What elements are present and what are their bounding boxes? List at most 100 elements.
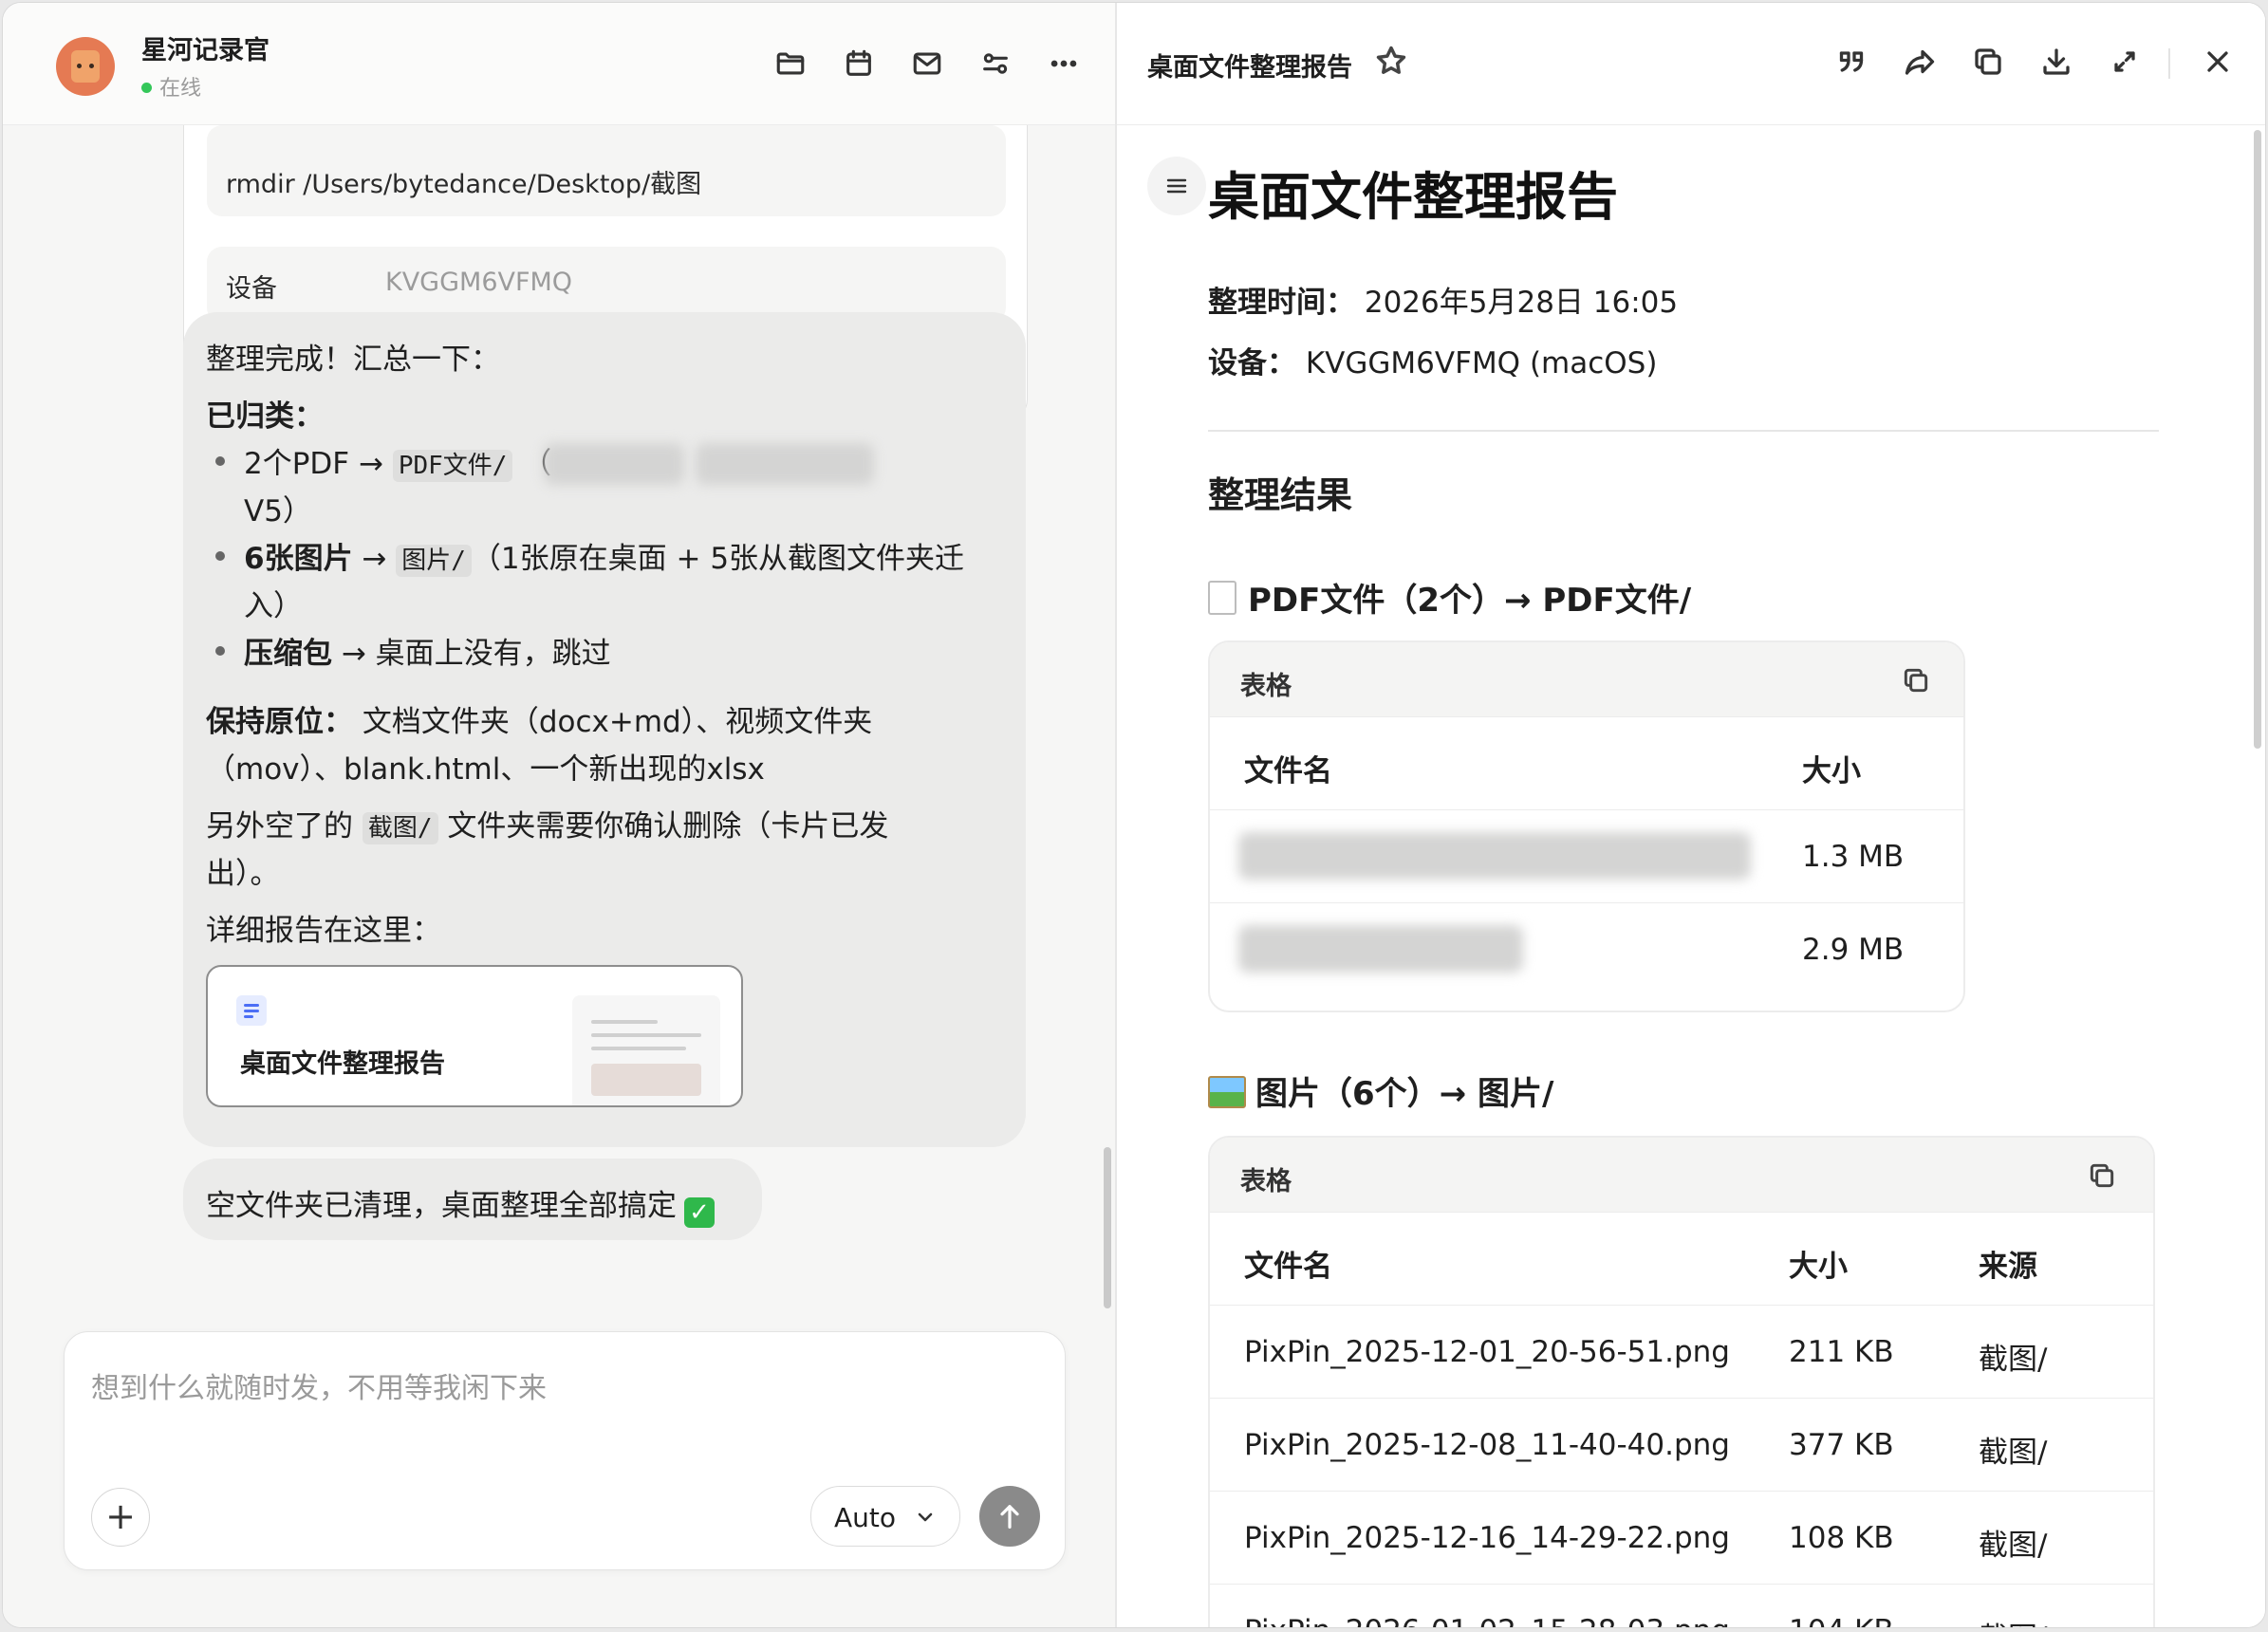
chat-scrollbar[interactable] xyxy=(1104,1147,1111,1308)
command-text: rmdir /Users/bytedance/Desktop/截图 xyxy=(226,170,702,199)
bullet-pdf-text: 2个PDF → xyxy=(244,447,393,481)
toc-button[interactable] xyxy=(1147,157,1206,215)
bullet-dot xyxy=(215,551,225,561)
empty-code: 截图/ xyxy=(362,812,438,844)
check-mark-icon: ✓ xyxy=(684,1197,715,1228)
thumbnail-line xyxy=(591,1047,686,1050)
bullet-archive-text: 压缩包 xyxy=(244,637,332,671)
pdf-table: 表格 文件名 大小 1.3 MB 2.9 MB xyxy=(1208,640,1965,1012)
report-card[interactable]: 桌面文件整理报告 xyxy=(206,965,743,1107)
header-source: 来源 xyxy=(1979,1250,2037,1284)
document-header: 桌面文件整理报告 xyxy=(1117,3,2265,125)
chat-header: 星河记录官 在线 xyxy=(3,3,1115,125)
mail-button[interactable] xyxy=(908,45,946,83)
thumbnail-block xyxy=(591,1064,701,1096)
bullet-images-code: 图片/ xyxy=(396,545,472,577)
cell-size: 2.9 MB xyxy=(1802,933,1905,967)
meta-time: 整理时间： 2026年5月28日 16:05 xyxy=(1208,278,1678,321)
folder-icon xyxy=(776,52,805,75)
favorite-button[interactable] xyxy=(1373,43,1409,79)
app-window: 星河记录官 在线 rmdir /Users/bytedance/Desktop/… xyxy=(2,2,2266,1628)
filter-icon xyxy=(983,53,1008,74)
mode-select[interactable]: Auto xyxy=(810,1486,960,1547)
image-table: 表格 文件名 大小 来源 PixPin_2025-12-01_20-56-51.… xyxy=(1208,1136,2155,1627)
bullet-dot xyxy=(215,646,225,656)
table-row: PixPin_2025-12-01_20-56-51.png 211 KB 截图… xyxy=(1210,1305,2153,1399)
cell-filename: PixPin_2025-12-16_14-29-22.png xyxy=(1244,1521,1730,1555)
online-dot xyxy=(141,83,152,93)
bullet-pdf-code: PDF文件/ xyxy=(392,450,513,482)
message-2-text: 空文件夹已清理，桌面整理全部搞定 ✓ xyxy=(206,1181,715,1228)
empty-folder-cont: 出）。 xyxy=(206,857,280,891)
command-box: rmdir /Users/bytedance/Desktop/截图 xyxy=(207,125,1006,216)
bullet-archive-suffix: → 桌面上没有，跳过 xyxy=(332,637,611,671)
keep-line-2: （mov）、blank.html、一个新出现的xlsx xyxy=(206,752,765,787)
copy-table-icon[interactable] xyxy=(2087,1160,2117,1191)
close-icon xyxy=(2207,51,2228,72)
share-button[interactable] xyxy=(1903,45,1941,83)
keep-text: 文档文件夹（docx+md）、视频文件夹 xyxy=(353,705,873,739)
table-header-row: 文件名 大小 xyxy=(1210,716,1963,810)
meta-time-value: 2026年5月28日 16:05 xyxy=(1355,286,1679,320)
folder-button[interactable] xyxy=(771,45,809,83)
table-label: 表格 xyxy=(1240,672,1292,701)
copy-icon xyxy=(1975,48,2001,75)
cell-size: 104 KB xyxy=(1789,1614,1894,1627)
download-button[interactable] xyxy=(2039,45,2077,83)
contact-avatar[interactable] xyxy=(56,37,115,96)
document-icon-line xyxy=(244,1004,259,1007)
redacted-text xyxy=(696,443,874,485)
cell-size: 1.3 MB xyxy=(1802,840,1905,874)
document-icon-line xyxy=(244,1015,253,1018)
star-icon xyxy=(1376,46,1406,74)
chevron-down-icon xyxy=(918,1512,933,1522)
header-filename: 文件名 xyxy=(1244,1250,1332,1284)
chat-messages: rmdir /Users/bytedance/Desktop/截图 设备 KVG… xyxy=(3,86,1115,1339)
bullet-images-arrow: → xyxy=(352,542,397,576)
bullet-images-text: 6张图片 xyxy=(244,542,353,576)
cell-size: 108 KB xyxy=(1789,1521,1894,1555)
header-size: 大小 xyxy=(1789,1250,1848,1284)
add-attachment-button[interactable]: + xyxy=(91,1488,150,1547)
quote-button[interactable] xyxy=(1834,45,1872,83)
status-text: 在线 xyxy=(159,77,202,101)
more-button[interactable] xyxy=(1045,45,1083,83)
chat-pane: 星河记录官 在线 rmdir /Users/bytedance/Desktop/… xyxy=(3,3,1115,1627)
keep-label: 保持原位： xyxy=(206,705,353,739)
table-row: PixPin_2025-12-16_14-29-22.png 108 KB 截图… xyxy=(1210,1491,2153,1585)
more-icon xyxy=(1050,60,1077,67)
meta-device: 设备： KVGGM6VFMQ (macOS) xyxy=(1208,339,1657,381)
bullet-images: 6张图片 → 图片/（1张原在桌面 + 5张从截图文件夹迁 xyxy=(244,534,964,577)
cell-source: 截图/ xyxy=(1979,1614,2047,1627)
copy-button[interactable] xyxy=(1971,45,2009,83)
horizontal-rule xyxy=(1208,430,2159,432)
report-card-title: 桌面文件整理报告 xyxy=(240,1049,445,1079)
copy-table-icon[interactable] xyxy=(1901,665,1931,695)
message-composer[interactable]: 想到什么就随时发，不用等我闲下来 + Auto xyxy=(64,1331,1066,1570)
composer-placeholder[interactable]: 想到什么就随时发，不用等我闲下来 xyxy=(91,1364,547,1406)
document-header-title: 桌面文件整理报告 xyxy=(1147,53,1352,83)
list-icon xyxy=(1166,178,1187,194)
device-value: KVGGM6VFMQ xyxy=(385,268,573,297)
device-box: 设备 KVGGM6VFMQ xyxy=(207,247,1006,323)
expand-button[interactable] xyxy=(2108,45,2146,83)
document-scrollbar[interactable] xyxy=(2254,130,2261,749)
thumbnail-line xyxy=(591,1020,658,1024)
message-intro: 整理完成！汇总一下： xyxy=(206,343,500,377)
assistant-message: 整理完成！汇总一下： 已归类： 2个PDF → PDF文件/ （ V5） 6张图… xyxy=(183,312,1026,1147)
pdf-heading: PDF文件（2个）→ PDF文件/ xyxy=(1208,574,1691,621)
filter-button[interactable] xyxy=(976,45,1014,83)
cell-filename: PixPin_2025-12-08_11-40-40.png xyxy=(1244,1428,1730,1462)
pdf-heading-text: PDF文件（2个）→ PDF文件/ xyxy=(1248,582,1692,620)
picture-emoji-icon xyxy=(1208,1076,1246,1108)
send-button[interactable] xyxy=(979,1486,1040,1547)
avatar-eye xyxy=(89,64,94,68)
avatar-eye xyxy=(77,64,82,68)
table-header-bar: 表格 xyxy=(1210,1138,2153,1213)
close-button[interactable] xyxy=(2201,45,2239,83)
cell-filename: PixPin_2025-12-01_20-56-51.png xyxy=(1244,1335,1730,1369)
calendar-button[interactable] xyxy=(840,45,878,83)
classified-label: 已归类： xyxy=(206,399,324,434)
quote-icon xyxy=(1839,51,1864,72)
report-thumbnail xyxy=(572,995,720,1105)
